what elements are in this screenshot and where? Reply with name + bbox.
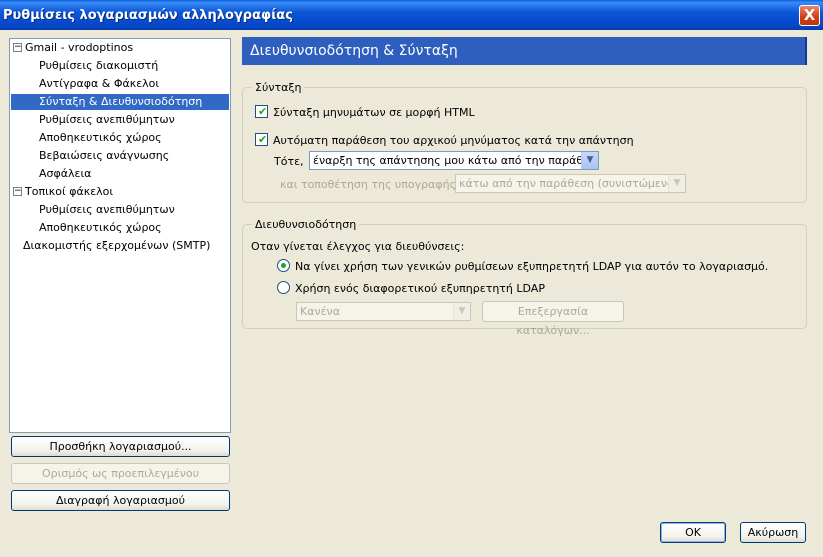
account-tree[interactable]: − Gmail - vrodoptinos Ρυθμίσεις διακομισ… <box>9 38 231 433</box>
addressing-intro: Οταν γίνεται έλεγχος για διευθύνσεις: <box>251 240 465 253</box>
tree-item-outgoing-server[interactable]: Διακομιστής εξερχομένων (SMTP) <box>23 238 210 254</box>
add-account-button[interactable]: Προσθήκη λογαριασμού... <box>11 436 230 457</box>
ldap-server-value: Κανένα <box>300 305 340 318</box>
close-icon[interactable]: X <box>799 5 820 26</box>
reply-position-value: έναρξη της απάντησης μου κάτω από την πα… <box>313 154 599 167</box>
window-title: Ρυθμίσεις λογαριασμών αλληλογραφίας <box>3 8 293 23</box>
composition-legend: Σύνταξη <box>252 81 305 94</box>
tree-item-label: Τοπικοί φάκελοι <box>25 185 114 198</box>
collapse-icon[interactable]: − <box>13 187 22 196</box>
html-compose-label[interactable]: Σύνταξη μηνυμάτων σε μορφή HTML <box>273 106 475 119</box>
tree-item-composition-addressing[interactable]: Σύνταξη & Διευθυνσιοδότηση <box>11 94 229 110</box>
collapse-icon[interactable]: − <box>13 43 22 52</box>
signature-position-select[interactable]: κάτω από την παράθεση (συνιστώμενο) ▼ <box>455 174 686 193</box>
global-ldap-label[interactable]: Να γίνει χρήση των γενικών ρυθμίσεων εξυ… <box>295 260 768 273</box>
signature-position-value: κάτω από την παράθεση (συνιστώμενο) <box>459 177 679 190</box>
page-title: Διευθυνσιοδότηση & Σύνταξη <box>242 37 807 65</box>
html-compose-checkbox[interactable]: ✔ <box>255 105 268 118</box>
signature-position-label: και τοποθέτηση της υπογραφής μου <box>280 178 480 191</box>
ldap-server-select[interactable]: Κανένα ▼ <box>296 302 471 321</box>
tree-item-security[interactable]: Ασφάλεια <box>39 166 91 182</box>
tree-item-copies-folders[interactable]: Αντίγραφα & Φάκελοι <box>39 76 159 92</box>
tree-item-gmail-account[interactable]: − Gmail - vrodoptinos <box>11 40 229 56</box>
radio-dot-icon <box>281 263 286 268</box>
chevron-down-icon: ▼ <box>581 152 598 169</box>
set-default-button[interactable]: Ορισμός ως προεπιλεγμένου <box>11 463 230 484</box>
other-ldap-radio[interactable] <box>277 281 290 294</box>
tree-item-junk-settings[interactable]: Ρυθμίσεις ανεπιθύμητων <box>39 112 175 128</box>
auto-quote-label[interactable]: Αυτόματη παράθεση του αρχικού μηνύματος … <box>273 134 634 147</box>
tree-item-server-settings[interactable]: Ρυθμίσεις διακομιστή <box>39 58 158 74</box>
tree-item-local-folders[interactable]: − Τοπικοί φάκελοι <box>11 184 229 200</box>
addressing-legend: Διευθυνσιοδότηση <box>252 218 360 231</box>
reply-position-select[interactable]: έναρξη της απάντησης μου κάτω από την πα… <box>309 151 599 170</box>
then-label: Τότε, <box>274 155 304 168</box>
title-bar: Ρυθμίσεις λογαριασμών αλληλογραφίας <box>0 0 823 30</box>
tree-item-return-receipts[interactable]: Βεβαιώσεις ανάγνωσης <box>39 148 169 164</box>
checkmark-icon: ✔ <box>258 105 268 118</box>
auto-quote-checkbox[interactable]: ✔ <box>255 133 268 146</box>
delete-account-button[interactable]: Διαγραφή λογαριασμού <box>11 490 230 511</box>
tree-item-disk-space[interactable]: Αποθηκευτικός χώρος <box>39 130 162 146</box>
global-ldap-radio[interactable] <box>277 259 290 272</box>
tree-item-label: Gmail - vrodoptinos <box>25 41 134 54</box>
edit-directories-button[interactable]: Επεξεργασία καταλόγων... <box>482 301 624 337</box>
other-ldap-label[interactable]: Χρήση ενός διαφορετικού εξυπηρετητή LDAP <box>295 282 545 295</box>
account-settings-dialog: Ρυθμίσεις λογαριασμών αλληλογραφίας X − … <box>0 0 823 557</box>
ok-button[interactable]: OK <box>660 522 726 543</box>
chevron-down-icon: ▼ <box>453 303 470 320</box>
checkmark-icon: ✔ <box>258 133 268 146</box>
chevron-down-icon: ▼ <box>668 175 685 192</box>
tree-item-local-disk-space[interactable]: Αποθηκευτικός χώρος <box>39 220 162 236</box>
cancel-button[interactable]: Ακύρωση <box>740 522 806 543</box>
tree-item-local-junk-settings[interactable]: Ρυθμίσεις ανεπιθύμητων <box>39 202 175 218</box>
